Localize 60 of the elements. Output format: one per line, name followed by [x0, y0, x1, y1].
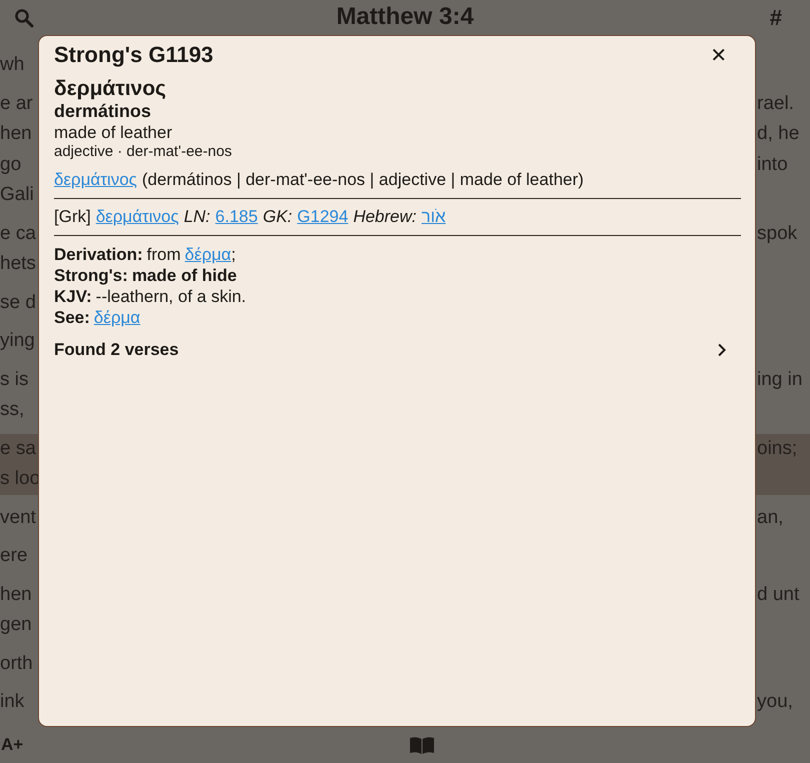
reference-link[interactable]: G1294 — [297, 207, 348, 227]
verse-text: an, — [757, 506, 784, 530]
verse-text: you, — [757, 690, 794, 714]
verse-text: spok — [757, 222, 798, 246]
verse-text: vent — [0, 506, 36, 530]
greek-word: δερμάτινος — [54, 77, 168, 101]
verse-text: orth — [0, 652, 33, 676]
font-size-button[interactable]: A+ — [1, 735, 24, 755]
chevron-right-icon — [717, 343, 727, 357]
close-button[interactable]: ✕ — [710, 43, 741, 67]
book-icon[interactable] — [409, 735, 435, 755]
verse-text: s is — [0, 368, 28, 392]
verse-text: ing in — [757, 368, 804, 392]
language-tag: [Grk] — [54, 207, 91, 227]
transliteration: dermátinos — [54, 101, 152, 122]
reference-link[interactable]: אֹור — [422, 207, 446, 227]
verse-text: ere — [0, 544, 28, 568]
reference-label: GK: — [262, 207, 292, 227]
verse-text: wh — [0, 53, 24, 77]
verse-text: gen — [0, 613, 32, 637]
verse-text: e sa — [0, 436, 36, 460]
word-link[interactable]: δέρμα — [184, 244, 232, 265]
search-icon[interactable] — [14, 8, 34, 28]
dialog-title: Strong's G1193 — [54, 42, 214, 68]
word-link[interactable]: δέρμα — [94, 307, 140, 328]
verse-text: hen — [0, 122, 32, 146]
reference-link[interactable]: 6.185 — [215, 207, 258, 227]
gloss: made of leather — [54, 123, 174, 143]
summary-text: (dermátinos | der-mat'-ee-nos | adjective | made of leather) — [142, 170, 584, 190]
verse-text: e ar — [0, 92, 33, 116]
definition-label: See: — [54, 307, 90, 328]
definition-label: Derivation: — [54, 244, 143, 265]
verse-text: Gali — [0, 183, 34, 207]
verse-text: hen — [0, 582, 32, 606]
reference-label: LN: — [184, 207, 210, 227]
verse-text: rael. — [757, 92, 795, 116]
verse-text: oins; — [757, 436, 798, 460]
found-verses-row[interactable]: Found 2 verses — [54, 340, 741, 360]
verse-number-button[interactable]: # — [770, 5, 782, 31]
page-title: Matthew 3:4 — [336, 3, 474, 31]
definition-text: --leathern, of a skin. — [96, 286, 246, 307]
verse-text: into — [757, 152, 789, 176]
verse-text: e ca — [0, 222, 36, 246]
verse-text: ink — [0, 690, 24, 714]
verse-text: d, he — [757, 122, 800, 146]
verse-text: hets — [0, 252, 36, 276]
definition-text: ; — [231, 244, 236, 265]
definition-text: from — [146, 244, 181, 265]
reference-label: Hebrew: — [353, 207, 416, 227]
definition-label: KJV: — [54, 286, 92, 307]
verse-text: go — [0, 152, 22, 176]
part-of-speech: adjective · der-mat'-ee-nos — [54, 143, 233, 160]
definition-label: Strong's: — [54, 265, 128, 286]
verse-text: d unt — [757, 582, 800, 606]
verse-text: ss, — [0, 398, 24, 422]
reference-link[interactable]: δερμάτινος — [96, 207, 179, 227]
verse-text: ying — [0, 329, 35, 353]
verse-text: se d — [0, 290, 36, 314]
greek-word-link[interactable]: δερμάτινος — [54, 170, 137, 190]
definition-text: made of hide — [132, 265, 237, 286]
